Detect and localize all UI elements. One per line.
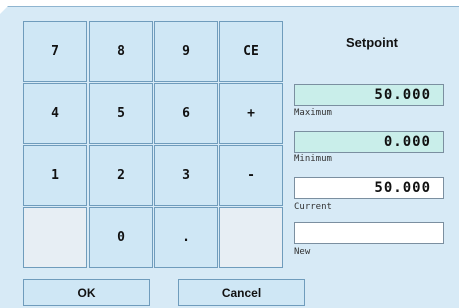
setpoint-title: Setpoint [346, 35, 398, 50]
key-blank-right [219, 207, 283, 268]
key-plus[interactable]: + [219, 83, 283, 144]
key-0[interactable]: 0 [89, 207, 153, 268]
key-blank-left [23, 207, 87, 268]
current-label: Current [294, 202, 332, 212]
minimum-value-field: 0.000 [294, 131, 444, 153]
key-8[interactable]: 8 [89, 21, 153, 82]
maximum-value-field: 50.000 [294, 84, 444, 106]
corner-decoration [0, 0, 14, 14]
minimum-label: Minimum [294, 154, 332, 164]
key-6[interactable]: 6 [154, 83, 218, 144]
key-2[interactable]: 2 [89, 145, 153, 206]
key-4[interactable]: 4 [23, 83, 87, 144]
key-3[interactable]: 3 [154, 145, 218, 206]
ok-button[interactable]: OK [23, 279, 150, 306]
key-clear-entry[interactable]: CE [219, 21, 283, 82]
current-value-field: 50.000 [294, 177, 444, 199]
maximum-label: Maximum [294, 108, 332, 118]
cancel-button[interactable]: Cancel [178, 279, 305, 306]
key-9[interactable]: 9 [154, 21, 218, 82]
key-1[interactable]: 1 [23, 145, 87, 206]
new-value-input[interactable] [294, 222, 444, 244]
key-5[interactable]: 5 [89, 83, 153, 144]
key-decimal[interactable]: . [154, 207, 218, 268]
key-7[interactable]: 7 [23, 21, 87, 82]
key-minus[interactable]: - [219, 145, 283, 206]
new-label: New [294, 247, 311, 257]
